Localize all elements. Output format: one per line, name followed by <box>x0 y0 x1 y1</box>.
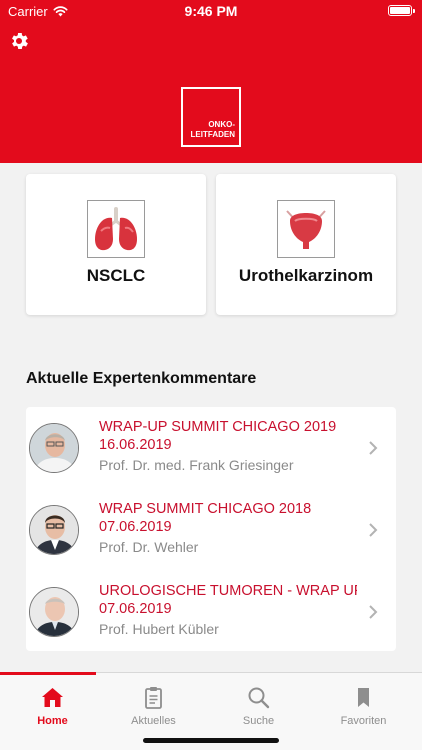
comment-author: Prof. Hubert Kübler <box>99 621 219 637</box>
logo-line-2: LEITFADEN <box>190 130 235 139</box>
comment-author: Prof. Dr. Wehler <box>99 539 199 555</box>
tab-label: Suche <box>242 715 275 727</box>
tab-label: Favoriten <box>340 715 387 727</box>
comment-date: 07.06.2019 <box>99 601 172 617</box>
comment-author: Prof. Dr. med. Frank Griesinger <box>99 457 294 473</box>
tab-label: Home <box>37 715 68 727</box>
comment-title: WRAP-UP SUMMIT CHICAGO 2019 <box>99 419 337 435</box>
category-card-urothelkarzinom[interactable]: Urothelkarzinom <box>216 174 396 315</box>
tab-home[interactable]: Home <box>0 673 105 733</box>
tab-suche[interactable]: Suche <box>206 673 311 733</box>
home-indicator <box>143 738 279 743</box>
tab-aktuelles[interactable]: Aktuelles <box>101 673 206 733</box>
app-header: Carrier 9:46 PM ONKO- LEITFADEN <box>0 0 422 163</box>
comment-row[interactable]: UROLOGISCHE TUMOREN - WRAP UP SUMMIT 07.… <box>26 571 396 653</box>
avatar <box>29 423 79 473</box>
category-label: Urothelkarzinom <box>238 266 374 285</box>
clipboard-icon <box>145 687 162 709</box>
chevron-right-icon <box>369 605 378 619</box>
category-card-nsclc[interactable]: NSCLC <box>26 174 206 315</box>
comment-date: 07.06.2019 <box>99 519 172 535</box>
bookmark-icon <box>358 688 369 707</box>
logo-line-1: ONKO- <box>208 120 235 129</box>
avatar <box>29 505 79 555</box>
comment-title: UROLOGISCHE TUMOREN - WRAP UP SUMMIT <box>99 583 357 599</box>
status-bar: Carrier 9:46 PM <box>0 0 422 22</box>
home-icon <box>42 688 63 707</box>
clock: 9:46 PM <box>184 3 238 19</box>
chevron-right-icon <box>369 523 378 537</box>
battery-icon <box>388 5 415 16</box>
lungs-icon <box>87 200 145 258</box>
comment-row[interactable]: WRAP SUMMIT CHICAGO 2018 07.06.2019 Prof… <box>26 489 396 571</box>
search-icon <box>248 687 270 709</box>
gear-icon[interactable] <box>8 30 30 52</box>
bladder-icon <box>277 200 335 258</box>
section-title: Aktuelle Expertenkommentare <box>26 370 257 387</box>
expert-comments-list: WRAP-UP SUMMIT CHICAGO 2019 16.06.2019 P… <box>26 407 396 651</box>
avatar <box>29 587 79 637</box>
comment-row[interactable]: WRAP-UP SUMMIT CHICAGO 2019 16.06.2019 P… <box>26 407 396 489</box>
chevron-right-icon <box>369 441 378 455</box>
comment-date: 16.06.2019 <box>99 437 172 453</box>
tab-favoriten[interactable]: Favoriten <box>311 673 416 733</box>
category-label: NSCLC <box>86 266 146 285</box>
tab-label: Aktuelles <box>131 715 176 727</box>
comment-title: WRAP SUMMIT CHICAGO 2018 <box>99 501 312 517</box>
onko-leitfaden-logo: ONKO- LEITFADEN <box>181 87 241 147</box>
